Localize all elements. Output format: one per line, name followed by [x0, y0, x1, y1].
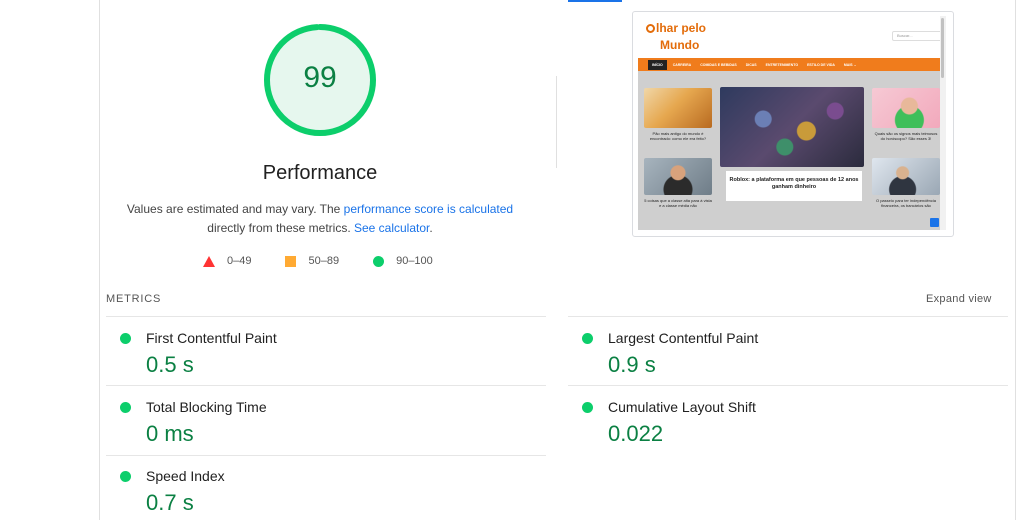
legend-pass-label: 90–100 — [396, 255, 433, 267]
site-nav-item: MAIS ⌄ — [843, 62, 857, 67]
pass-circle-icon — [582, 333, 593, 344]
legend-fail-label: 0–49 — [227, 255, 252, 267]
feature-image — [720, 87, 864, 167]
card-caption: O passeio para ter independência finance… — [875, 198, 937, 208]
performance-title: Performance — [262, 162, 378, 184]
tab-indicator — [568, 0, 622, 2]
card-caption: 5 coisas que a classe alta para à vista … — [644, 198, 712, 208]
metric-name: Largest Contentful Paint — [608, 330, 759, 346]
metric-value: 0 ms — [146, 421, 194, 446]
metric-value: 0.022 — [608, 421, 664, 446]
metric-name: Speed Index — [146, 468, 225, 484]
desc-text-3: . — [429, 221, 433, 235]
page-border-right — [1015, 0, 1016, 520]
site-scrollbar-thumb — [941, 18, 944, 78]
site-nav: INÍCIO CARREIRA COMIDAS E BEBIDAS DICAS … — [638, 58, 946, 71]
orange-square-icon — [285, 255, 297, 267]
metrics-heading: METRICS — [106, 293, 162, 305]
bread-image — [644, 88, 712, 128]
metric-name: First Contentful Paint — [146, 330, 277, 346]
man-glasses-image — [644, 158, 712, 195]
pass-circle-icon — [582, 402, 593, 413]
woman-image — [872, 88, 940, 128]
card-caption: Pão mais antigo do mundo é encontrado: c… — [649, 131, 707, 141]
section-divider — [556, 76, 557, 168]
legend-pass: 90–100 — [373, 255, 433, 267]
site-scrollbar — [940, 16, 946, 230]
site-logo-line1: lhar pelo — [656, 21, 707, 35]
site-logo: lhar pelo Mundo — [646, 20, 746, 54]
performance-description: Values are estimated and may vary. The p… — [120, 200, 520, 238]
metric-total-blocking-time: Total Blocking Time 0 ms — [108, 387, 508, 455]
site-search-input: Buscar... — [892, 31, 942, 41]
metric-value: 0.5 s — [146, 352, 194, 377]
metric-name: Cumulative Layout Shift — [608, 399, 756, 415]
businessman-jet-image — [872, 158, 940, 195]
metrics-divider — [568, 385, 1008, 386]
metrics-divider — [568, 316, 1008, 317]
page-border-left — [99, 0, 100, 520]
metric-value: 0.7 s — [146, 490, 194, 515]
desc-text-1: Values are estimated and may vary. The — [126, 202, 344, 216]
site-content: Pão mais antigo do mundo é encontrado: c… — [638, 71, 946, 230]
site-logo-line2: Mundo — [660, 38, 700, 52]
final-screenshot[interactable]: lhar pelo Mundo Buscar... INÍCIO CARREIR… — [632, 11, 954, 237]
site-preview: lhar pelo Mundo Buscar... INÍCIO CARREIR… — [638, 16, 946, 230]
performance-score: 99 — [303, 61, 337, 94]
pass-circle-icon — [120, 333, 131, 344]
metrics-divider — [106, 385, 546, 386]
card-caption: Quais são os signos mais teimosos do hor… — [874, 131, 938, 141]
site-nav-item: CARREIRA — [672, 62, 692, 67]
performance-gauge: 99 — [262, 22, 378, 138]
legend-average-label: 50–89 — [308, 255, 340, 267]
back-to-top-button — [930, 218, 939, 227]
pass-circle-icon — [120, 402, 131, 413]
metric-cumulative-layout-shift: Cumulative Layout Shift 0.022 — [570, 387, 970, 455]
metric-first-contentful-paint: First Contentful Paint 0.5 s — [108, 318, 508, 386]
score-legend: 0–49 50–89 90–100 — [203, 255, 467, 267]
site-nav-item: COMIDAS E BEBIDAS — [700, 62, 737, 67]
desc-text-2: directly from these metrics. — [207, 221, 354, 235]
green-circle-icon — [373, 255, 385, 267]
site-nav-item: ENTRETENIMENTO — [765, 62, 799, 67]
metrics-divider — [106, 316, 546, 317]
metric-value: 0.9 s — [608, 352, 656, 377]
feature-caption: Roblox: a plataforma em que pessoas de 1… — [726, 171, 862, 201]
metric-speed-index: Speed Index 0.7 s — [108, 456, 508, 520]
legend-fail: 0–49 — [203, 255, 251, 267]
pass-circle-icon — [120, 471, 131, 482]
metric-largest-contentful-paint: Largest Contentful Paint 0.9 s — [570, 318, 970, 386]
logo-ring-icon — [646, 24, 655, 33]
site-nav-item: ESTILO DE VIDA — [807, 62, 835, 67]
score-calculation-link[interactable]: performance score is calculated — [344, 202, 513, 216]
red-triangle-icon — [203, 255, 215, 267]
metric-name: Total Blocking Time — [146, 399, 267, 415]
site-nav-item: INÍCIO — [648, 59, 667, 70]
see-calculator-link[interactable]: See calculator — [354, 221, 429, 235]
site-nav-item: DICAS — [745, 62, 757, 67]
legend-average: 50–89 — [285, 255, 339, 267]
expand-view-toggle[interactable]: Expand view — [926, 293, 992, 305]
